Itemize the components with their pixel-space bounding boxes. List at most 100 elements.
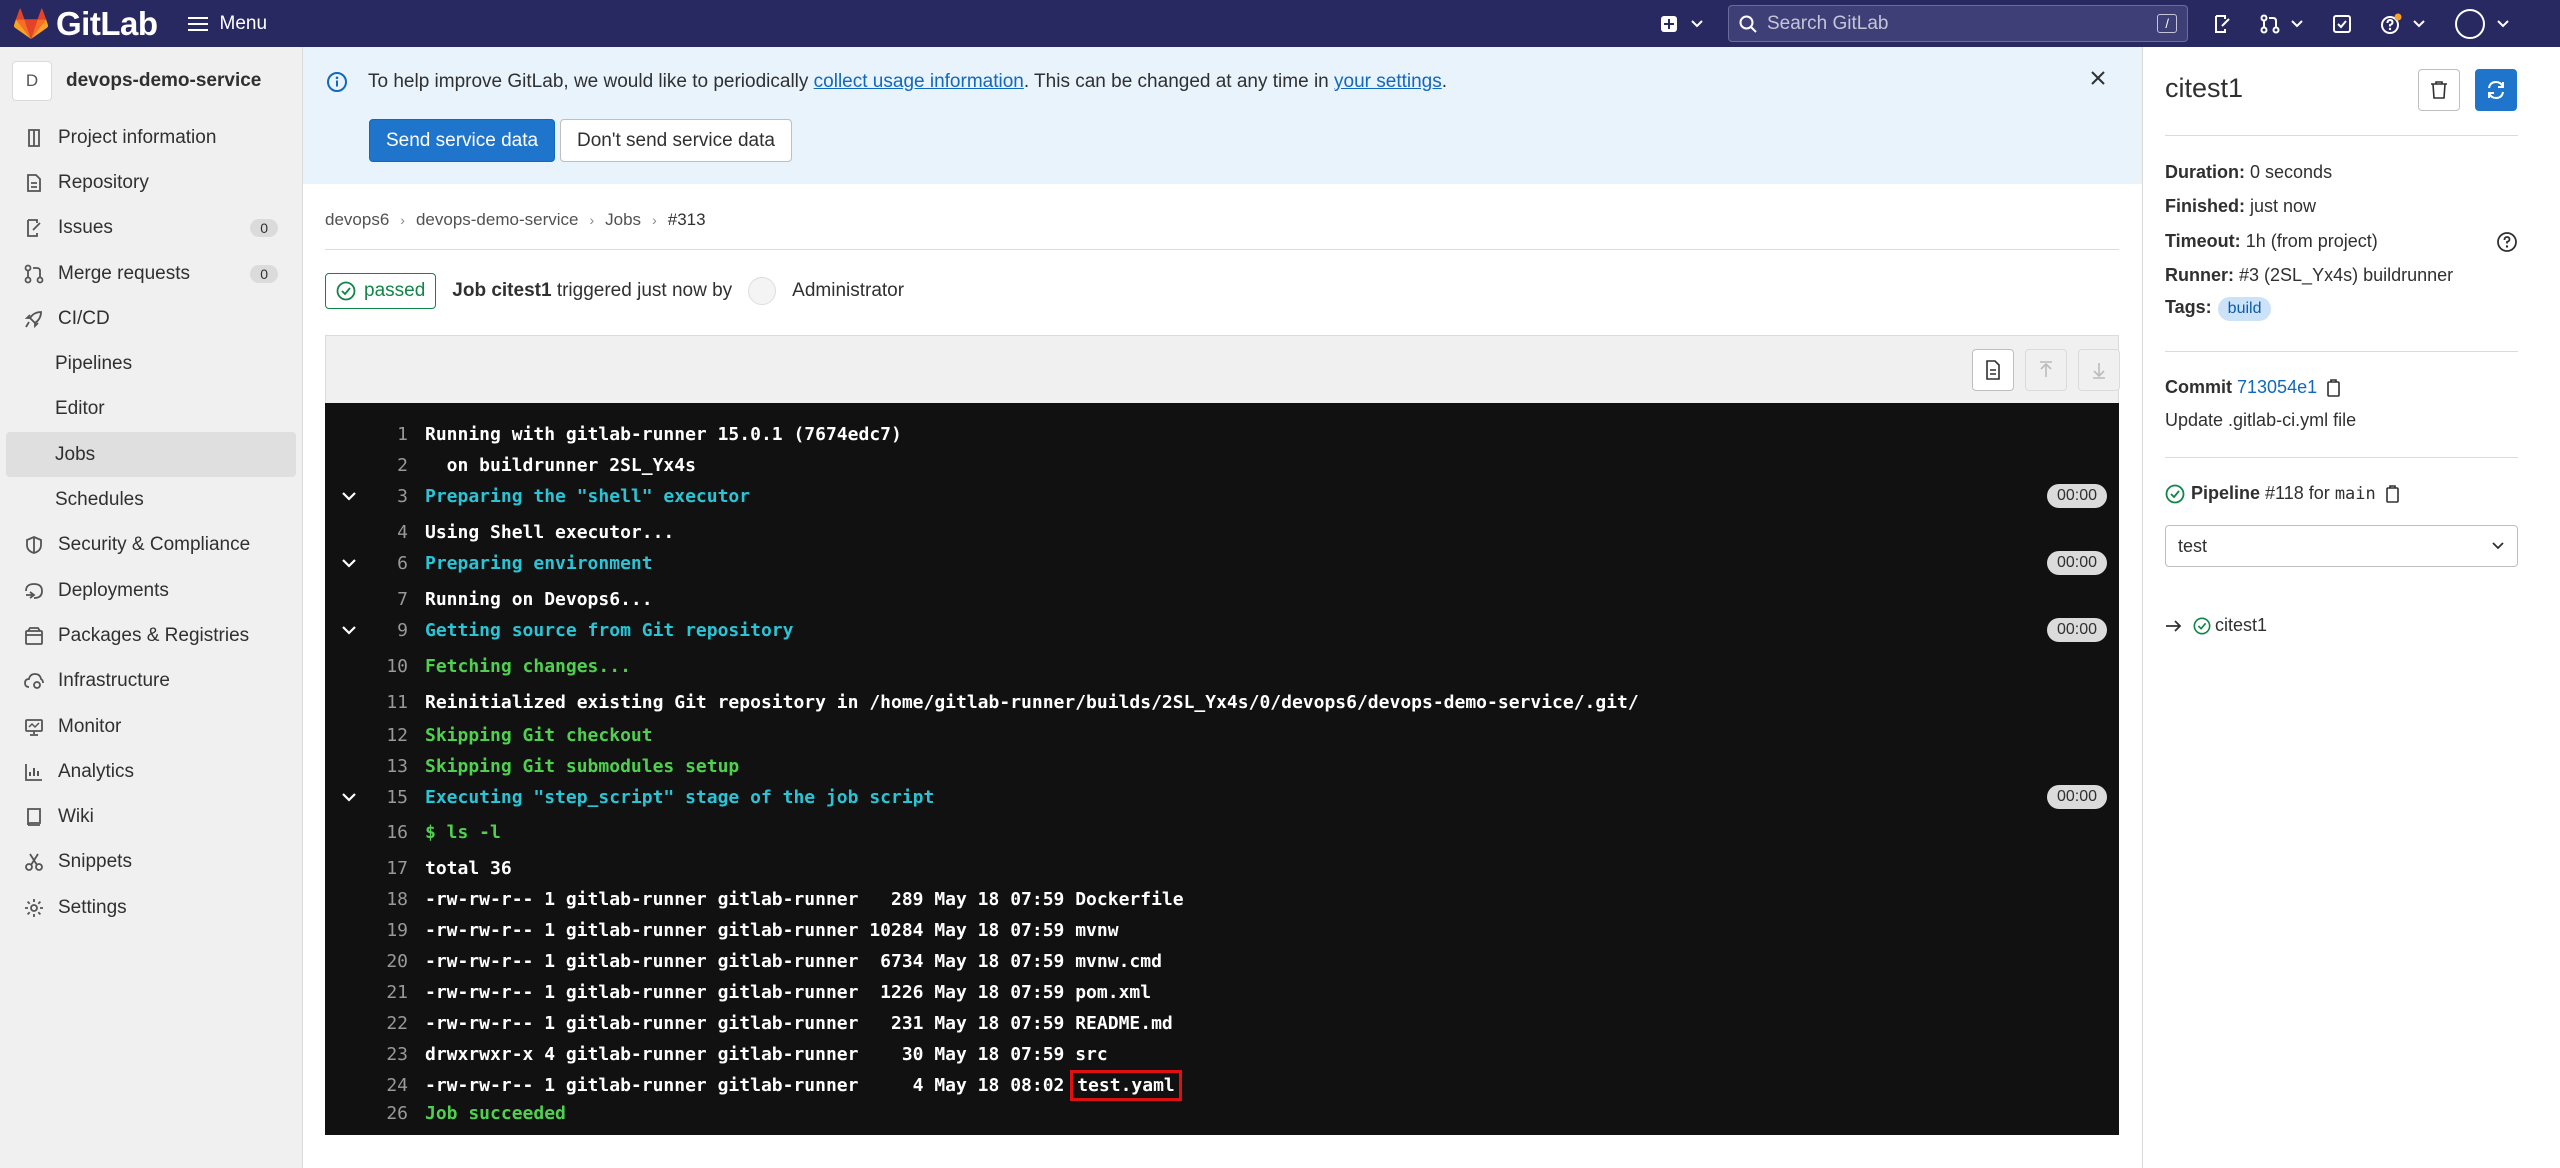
sidebar-item-pipelines[interactable]: Pipelines xyxy=(0,341,302,386)
log-line-number[interactable]: 13 xyxy=(325,756,408,777)
info-icon xyxy=(327,72,347,92)
log-line: 16 $ ls -l xyxy=(325,817,2119,847)
raw-log-button[interactable] xyxy=(1972,349,2014,391)
search-box[interactable]: / xyxy=(1728,5,2188,42)
sidebar-item-cicd[interactable]: CI/CD xyxy=(0,296,302,341)
dont-send-service-data-button[interactable]: Don't send service data xyxy=(560,119,792,162)
project-header[interactable]: D devops-demo-service xyxy=(0,47,302,115)
sidebar-item-analytics[interactable]: Analytics xyxy=(0,749,302,794)
sidebar-item-infrastructure[interactable]: Infrastructure xyxy=(0,659,302,704)
log-section-header[interactable]: 6 Preparing environment 00:00 xyxy=(325,548,2119,578)
user-name[interactable]: Administrator xyxy=(792,280,904,302)
breadcrumb-item[interactable]: devops-demo-service xyxy=(416,210,579,230)
scroll-to-top-button[interactable] xyxy=(2025,349,2067,391)
sidebar-item-deployments[interactable]: Deployments xyxy=(0,568,302,613)
breadcrumb-current[interactable]: #313 xyxy=(668,210,706,230)
log-line-number[interactable]: 7 xyxy=(325,589,408,610)
log-line: 10 Fetching changes... xyxy=(325,651,2119,681)
scroll-to-bottom-button[interactable] xyxy=(2078,349,2120,391)
pipeline-ref-link[interactable]: main xyxy=(2335,484,2376,504)
log-line-number[interactable]: 12 xyxy=(325,725,408,746)
copy-icon[interactable] xyxy=(2325,378,2343,398)
log-line-number[interactable]: 24 xyxy=(325,1075,408,1096)
sidebar-item-label: Packages & Registries xyxy=(58,624,250,646)
send-service-data-button[interactable]: Send service data xyxy=(369,119,556,162)
log-line-number[interactable]: 11 xyxy=(325,692,408,713)
job-log: 1 Running with gitlab-runner 15.0.1 (7674… xyxy=(325,403,2119,1135)
sidebar-item-issues[interactable]: Issues 0 xyxy=(0,206,302,251)
sidebar-item-security-compliance[interactable]: Security & Compliance xyxy=(0,523,302,568)
erase-job-button[interactable] xyxy=(2418,69,2460,111)
top-navbar: GitLab Menu / xyxy=(0,0,2560,47)
stage-select[interactable]: test xyxy=(2165,525,2518,567)
commit-info: Commit 713054e1 xyxy=(2165,377,2343,398)
sidebar-item-schedules[interactable]: Schedules xyxy=(0,477,302,522)
close-icon[interactable] xyxy=(2089,69,2107,87)
sidebar-item-snippets[interactable]: Snippets xyxy=(0,840,302,885)
log-line-number[interactable]: 10 xyxy=(325,656,408,677)
log-section-header[interactable]: 9 Getting source from Git repository 00:00 xyxy=(325,615,2119,645)
help-icon xyxy=(2381,13,2402,34)
search-input[interactable] xyxy=(1767,12,2158,35)
sidebar-item-label: Issues xyxy=(58,217,113,239)
log-line-number[interactable]: 18 xyxy=(325,889,408,910)
log-line-number[interactable]: 20 xyxy=(325,951,408,972)
divider xyxy=(2165,135,2518,136)
log-line-number[interactable]: 6 xyxy=(325,553,408,574)
log-line-number[interactable]: 1 xyxy=(325,424,408,445)
status-text: passed xyxy=(364,280,426,301)
chevron-down-icon xyxy=(2413,19,2425,27)
todos-nav-button[interactable] xyxy=(2332,14,2352,34)
help-icon[interactable] xyxy=(2496,231,2518,253)
banner-message: To help improve GitLab, we would like to… xyxy=(368,71,1447,93)
log-section-header[interactable]: 3 Preparing the "shell" executor 00:00 xyxy=(325,481,2119,511)
log-line-number[interactable]: 23 xyxy=(325,1044,408,1065)
log-line-number[interactable]: 4 xyxy=(325,522,408,543)
banner-text-after: . xyxy=(1441,71,1448,92)
log-line-number[interactable]: 17 xyxy=(325,858,408,879)
sidebar-item-jobs[interactable]: Jobs xyxy=(6,432,296,478)
sidebar-item-monitor[interactable]: Monitor xyxy=(0,704,302,749)
breadcrumb-separator-icon: › xyxy=(589,212,595,228)
breadcrumb-item[interactable]: devops6 xyxy=(325,210,389,230)
chart-icon xyxy=(25,763,42,781)
collect-usage-link[interactable]: collect usage information xyxy=(814,71,1024,92)
log-line: 2 on buildrunner 2SL_Yx4s xyxy=(325,450,2119,480)
log-line-number[interactable]: 22 xyxy=(325,1013,408,1034)
merge-requests-nav-button[interactable] xyxy=(2260,14,2304,34)
commit-sha-link[interactable]: 713054e1 xyxy=(2237,377,2317,397)
log-line-number[interactable]: 3 xyxy=(325,486,408,507)
log-line-number[interactable]: 16 xyxy=(325,822,408,843)
user-menu[interactable] xyxy=(2454,8,2510,40)
sidebar-item-wiki[interactable]: Wiki xyxy=(0,794,302,839)
log-line-content: Executing "step_script" stage of the job… xyxy=(425,787,934,808)
gitlab-logo[interactable]: GitLab xyxy=(14,5,158,43)
log-line: 18 -rw-rw-r-- 1 gitlab-runner gitlab-runn… xyxy=(325,884,2119,914)
log-line-content: Using Shell executor... xyxy=(425,522,674,543)
log-line-number[interactable]: 21 xyxy=(325,982,408,1003)
log-line-number[interactable]: 19 xyxy=(325,920,408,941)
log-line-number[interactable]: 26 xyxy=(325,1103,408,1124)
pipeline-id-link[interactable]: #118 xyxy=(2265,483,2304,504)
new-dropdown[interactable] xyxy=(1660,15,1704,33)
sidebar-item-packages-registries[interactable]: Packages & Registries xyxy=(0,613,302,658)
your-settings-link[interactable]: your settings xyxy=(1334,71,1442,92)
log-line-number[interactable]: 2 xyxy=(325,455,408,476)
avatar[interactable] xyxy=(748,277,777,305)
stage-job-item[interactable]: citest1 xyxy=(2165,615,2267,636)
sidebar-item-editor[interactable]: Editor xyxy=(0,387,302,432)
breadcrumb-item[interactable]: Jobs xyxy=(605,210,641,230)
sidebar-item-project-information[interactable]: Project information xyxy=(0,115,302,160)
log-line-number[interactable]: 9 xyxy=(325,620,408,641)
log-section-header[interactable]: 15 Executing "step_script" stage of the j… xyxy=(325,782,2119,812)
log-line-number[interactable]: 15 xyxy=(325,787,408,808)
sidebar-item-repository[interactable]: Repository xyxy=(0,160,302,205)
issues-nav-button[interactable] xyxy=(2212,14,2232,34)
status-badge[interactable]: passed xyxy=(325,273,437,309)
menu-button[interactable]: Menu xyxy=(187,13,267,35)
help-dropdown[interactable] xyxy=(2380,13,2426,35)
sidebar-item-merge-requests[interactable]: Merge requests 0 xyxy=(0,251,302,296)
copy-icon[interactable] xyxy=(2384,484,2402,504)
sidebar-item-settings[interactable]: Settings xyxy=(0,885,302,930)
retry-job-button[interactable] xyxy=(2475,69,2517,111)
